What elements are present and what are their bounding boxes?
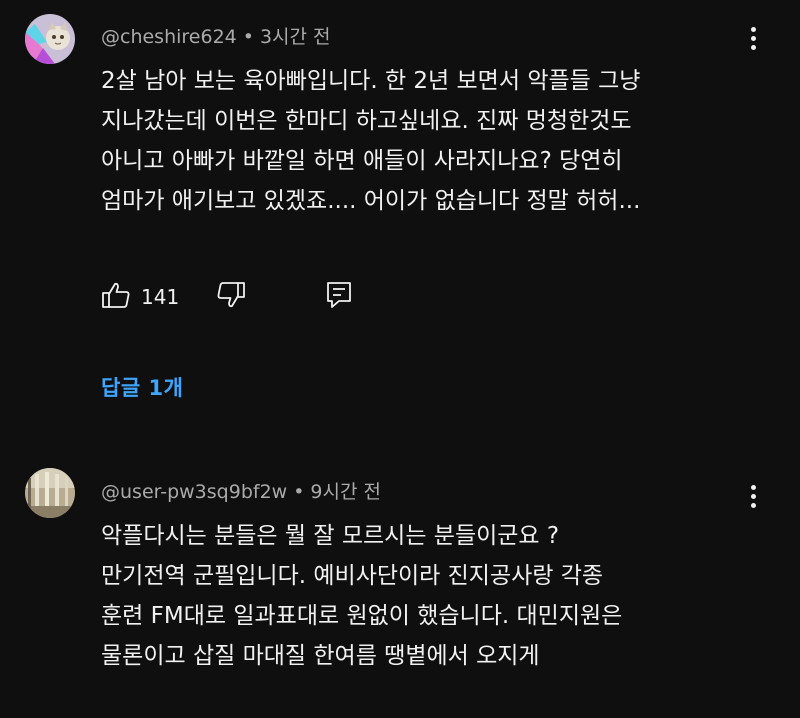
comment-line: 만기전역 군필입니다. 예비사단이라 진지공사랑 각종 [101, 563, 604, 589]
comment-line: 아니고 아빠가 바깥일 하면 애들이 사라지나요? 당연히 [101, 148, 623, 174]
author-name[interactable]: @user-pw3sq9bf2w [101, 481, 287, 503]
comment-actions: 141 [101, 280, 401, 316]
comment-text: 악플다시는 분들은 뭘 잘 모르시는 분들이군요 ? 만기전역 군필입니다. 예… [101, 516, 761, 676]
thumbs-up-icon [101, 280, 131, 314]
meta-separator: • [293, 481, 305, 503]
like-button[interactable]: 141 [101, 280, 179, 314]
timestamp[interactable]: 3시간 전 [260, 26, 331, 48]
comment-line: 엄마가 애기보고 있겠죠.... 어이가 없습니다 정말 허허... [101, 188, 641, 214]
author-name[interactable]: @cheshire624 [101, 26, 237, 48]
comment: @cheshire624 • 3시간 전 2살 남아 보는 육아빠입니다. 한 2년… [0, 0, 800, 460]
thumbs-down-icon [216, 280, 246, 314]
view-replies-button[interactable]: 답글 1개 [101, 372, 183, 402]
comment-line: 지나갔는데 이번은 한마디 하고싶네요. 진짜 멍청한것도 [101, 108, 632, 134]
meta-separator: • [242, 26, 254, 48]
timestamp[interactable]: 9시간 전 [310, 481, 381, 503]
reply-icon [325, 280, 353, 314]
comment-line: 악플다시는 분들은 뭘 잘 모르시는 분들이군요 ? [101, 523, 560, 549]
dislike-button[interactable] [216, 280, 246, 314]
comment-line: 물론이고 삽질 마대질 한여름 땡볕에서 오지게 [101, 643, 540, 669]
avatar[interactable] [25, 14, 75, 64]
comment-line: 2살 남아 보는 육아빠입니다. 한 2년 보면서 악플들 그냥 [101, 68, 641, 94]
comment-meta: @user-pw3sq9bf2w • 9시간 전 [101, 477, 381, 504]
comment: @user-pw3sq9bf2w • 9시간 전 악플다시는 분들은 뭘 잘 모르시… [0, 460, 800, 718]
more-vertical-icon[interactable] [742, 24, 764, 54]
comment-line: 훈련 FM대로 일과표대로 원없이 했습니다. 대민지원은 [101, 603, 623, 629]
like-count: 141 [141, 285, 180, 309]
more-vertical-icon[interactable] [742, 482, 764, 512]
reply-button[interactable] [325, 280, 353, 314]
comment-meta: @cheshire624 • 3시간 전 [101, 22, 331, 49]
avatar[interactable] [25, 468, 75, 518]
comment-text: 2살 남아 보는 육아빠입니다. 한 2년 보면서 악플들 그냥 지나갔는데 이… [101, 61, 761, 221]
